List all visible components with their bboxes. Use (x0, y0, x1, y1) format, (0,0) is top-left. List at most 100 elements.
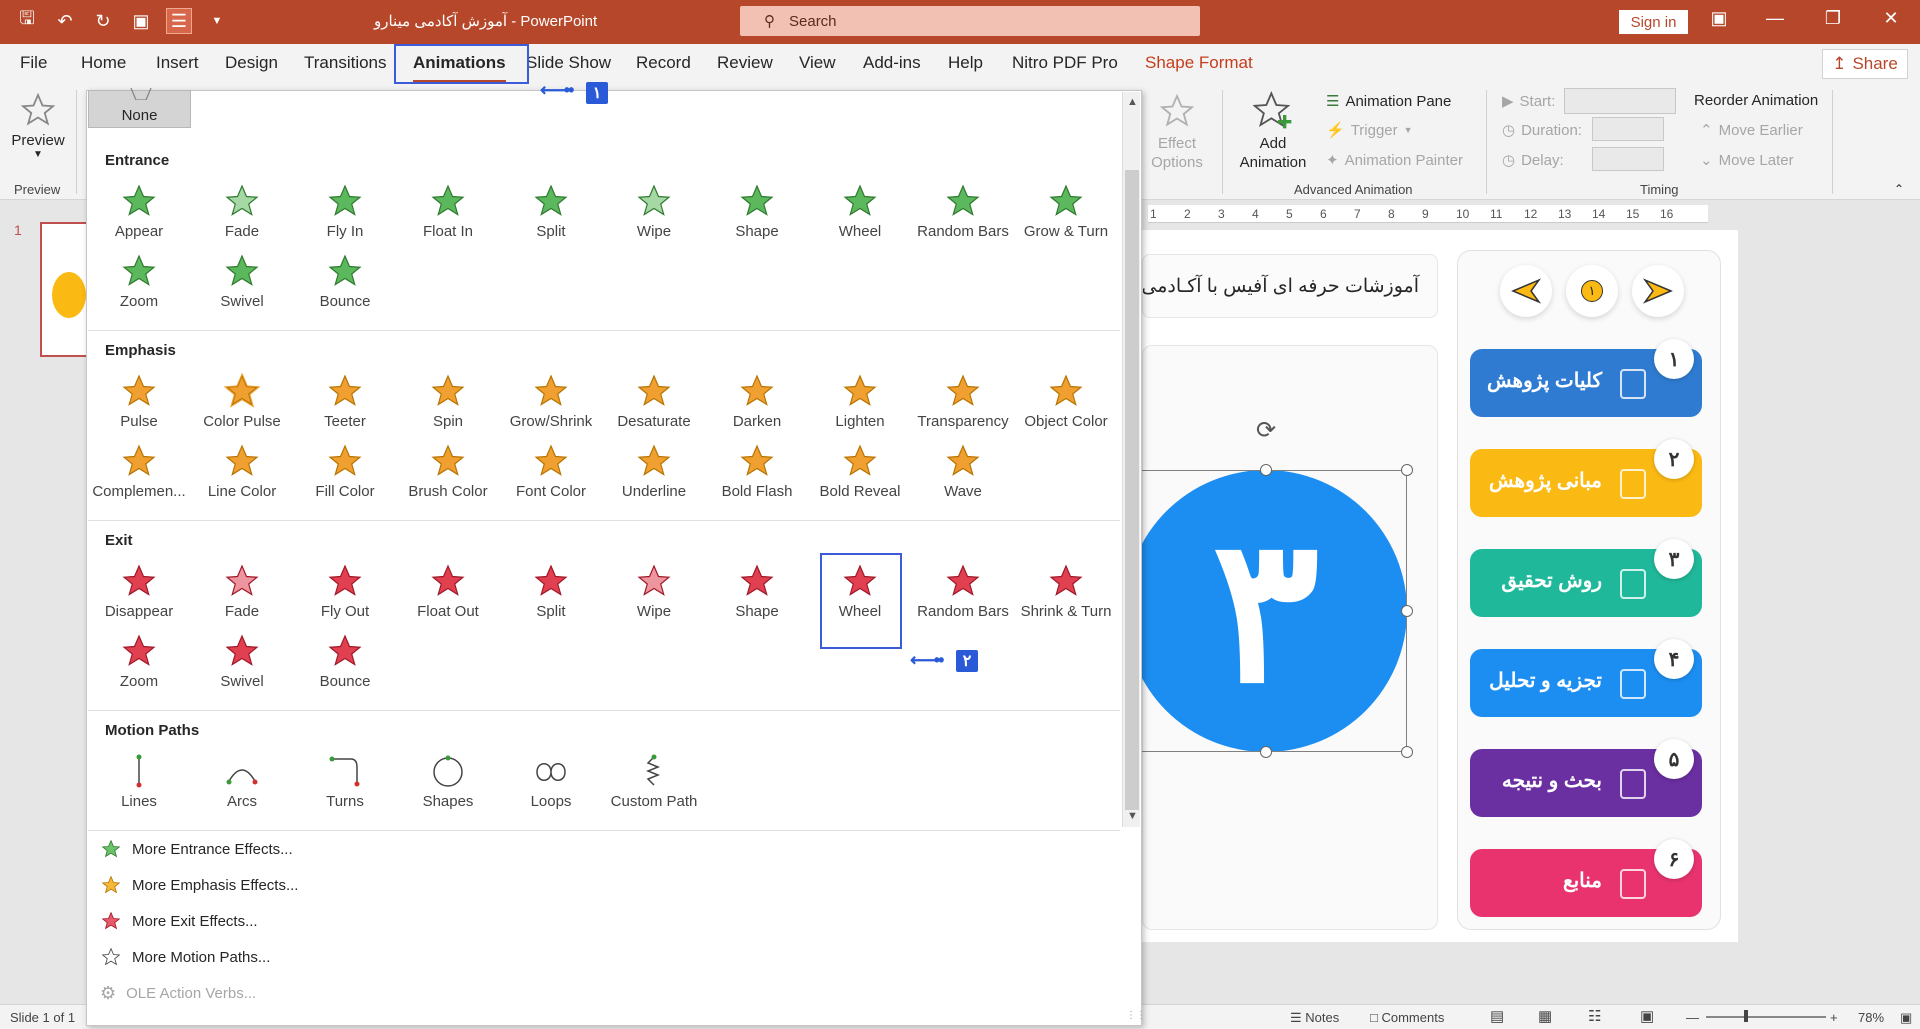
effect-emphasis-font-color[interactable]: Font Color (499, 443, 603, 509)
menu-card[interactable]: ۴ تجزیه و تحلیل (1470, 639, 1702, 717)
tab-home[interactable]: Home (81, 53, 126, 73)
gallery-scrollbar[interactable]: ▲ ▼ (1122, 92, 1140, 827)
tab-add-ins[interactable]: Add-ins (863, 53, 921, 73)
trigger-button[interactable]: ⚡ Trigger ▼ (1326, 121, 1413, 140)
effect-entrance-bounce[interactable]: Bounce (293, 253, 397, 319)
notes-button[interactable]: ☰ Notes (1290, 1010, 1339, 1026)
more-motion-paths[interactable]: More Motion Paths... (100, 947, 270, 967)
comments-button[interactable]: □ Comments (1370, 1010, 1444, 1025)
zoom-level[interactable]: 78% (1858, 1010, 1884, 1025)
save-icon[interactable]: 🖫 (14, 8, 40, 34)
menu-card[interactable]: ۳ روش تحقیق (1470, 539, 1702, 617)
effect-emphasis-lighten[interactable]: Lighten (808, 373, 912, 439)
effect-motion-arcs[interactable]: Arcs (190, 753, 294, 819)
undo-icon[interactable]: ↶ (52, 8, 78, 34)
preview-button[interactable]: Preview ▼ (10, 92, 66, 160)
effect-exit-shape[interactable]: Shape (705, 563, 809, 629)
delay-field[interactable] (1592, 147, 1664, 171)
effect-motion-lines[interactable]: Lines (87, 753, 191, 819)
tab-transitions[interactable]: Transitions (304, 53, 387, 73)
effect-exit-random-bars[interactable]: Random Bars (911, 563, 1015, 629)
resize-handle[interactable] (1260, 464, 1272, 476)
tab-shape-format[interactable]: Shape Format (1145, 53, 1253, 73)
menu-card[interactable]: ۵ بحث و نتیجه (1470, 739, 1702, 817)
collapse-ribbon-icon[interactable]: ⌃ (1894, 182, 1904, 196)
effect-emphasis-complemen[interactable]: Complemen... (87, 443, 191, 509)
tab-record[interactable]: Record (636, 53, 691, 73)
effect-entrance-random-bars[interactable]: Random Bars (911, 183, 1015, 249)
fit-slide-icon[interactable]: ▣ (1900, 1010, 1912, 1026)
effect-motion-loops[interactable]: Loops (499, 753, 603, 819)
customize-qat-icon[interactable]: ▼ (204, 8, 230, 34)
effect-entrance-shape[interactable]: Shape (705, 183, 809, 249)
restore-icon[interactable]: ❐ (1818, 8, 1848, 29)
resize-handle[interactable] (1401, 605, 1413, 617)
more-emphasis-effects[interactable]: More Emphasis Effects... (100, 875, 298, 895)
close-icon[interactable]: ✕ (1876, 8, 1906, 29)
effect-emphasis-fill-color[interactable]: Fill Color (293, 443, 397, 509)
effect-emphasis-bold-reveal[interactable]: Bold Reveal (808, 443, 912, 509)
effect-entrance-zoom[interactable]: Zoom (87, 253, 191, 319)
tab-view[interactable]: View (799, 53, 836, 73)
effect-emphasis-brush-color[interactable]: Brush Color (396, 443, 500, 509)
effect-exit-shrink-turn[interactable]: Shrink & Turn (1014, 563, 1118, 629)
menu-card[interactable]: ۶ منابع (1470, 839, 1702, 917)
effect-exit-disappear[interactable]: Disappear (87, 563, 191, 629)
effect-exit-bounce[interactable]: Bounce (293, 633, 397, 699)
effect-emphasis-object-color[interactable]: Object Color (1014, 373, 1118, 439)
tab-insert[interactable]: Insert (156, 53, 199, 73)
start-select[interactable] (1564, 88, 1676, 114)
menu-card[interactable]: ۱ کلیات پژوهش (1470, 339, 1702, 417)
effect-motion-turns[interactable]: Turns (293, 753, 397, 819)
effect-entrance-fade[interactable]: Fade (190, 183, 294, 249)
effect-entrance-wheel[interactable]: Wheel (808, 183, 912, 249)
effect-emphasis-teeter[interactable]: Teeter (293, 373, 397, 439)
normal-view-icon[interactable]: ▤ (1490, 1007, 1504, 1025)
present-icon[interactable]: ▣ (128, 8, 154, 34)
effect-entrance-appear[interactable]: Appear (87, 183, 191, 249)
effect-emphasis-spin[interactable]: Spin (396, 373, 500, 439)
effect-emphasis-desaturate[interactable]: Desaturate (602, 373, 706, 439)
resize-handle[interactable] (1260, 746, 1272, 758)
add-animation-button[interactable]: Add Animation (1232, 90, 1314, 172)
effect-emphasis-color-pulse[interactable]: Color Pulse (190, 373, 294, 439)
effect-exit-swivel[interactable]: Swivel (190, 633, 294, 699)
effect-emphasis-wave[interactable]: Wave (911, 443, 1015, 509)
effect-emphasis-line-color[interactable]: Line Color (190, 443, 294, 509)
ribbon-display-icon[interactable]: ▣ (1704, 8, 1734, 29)
effect-options-button[interactable]: Effect Options (1142, 92, 1212, 172)
effect-motion-shapes[interactable]: Shapes (396, 753, 500, 819)
search-input[interactable]: ⚲ Search (740, 6, 1200, 36)
effect-entrance-split[interactable]: Split (499, 183, 603, 249)
reading-view-icon[interactable]: ☷ (1588, 1007, 1601, 1025)
effect-emphasis-underline[interactable]: Underline (602, 443, 706, 509)
nav-prev-button[interactable] (1500, 265, 1552, 317)
tab-design[interactable]: Design (225, 53, 278, 73)
sign-in-button[interactable]: Sign in (1619, 10, 1688, 34)
more-entrance-effects[interactable]: More Entrance Effects... (100, 839, 293, 859)
effect-entrance-float-in[interactable]: Float In (396, 183, 500, 249)
animation-painter-button[interactable]: ✦ Animation Painter (1326, 151, 1463, 170)
resize-handle[interactable] (1401, 746, 1413, 758)
redo-icon[interactable]: ↻ (90, 8, 116, 34)
effect-exit-fade[interactable]: Fade (190, 563, 294, 629)
tab-file[interactable]: File (20, 53, 47, 73)
zoom-in-icon[interactable]: + (1830, 1010, 1838, 1025)
slideshow-view-icon[interactable]: ▣ (1640, 1007, 1654, 1025)
animation-pane-button[interactable]: ☰ Animation Pane (1326, 92, 1451, 111)
tab-review[interactable]: Review (717, 53, 773, 73)
effect-emphasis-darken[interactable]: Darken (705, 373, 809, 439)
effect-exit-wipe[interactable]: Wipe (602, 563, 706, 629)
slide-header-textbox[interactable]: آموزشات حرفه ای آفیس با آکـادمی (1142, 254, 1438, 318)
share-button[interactable]: ↥ Share (1822, 49, 1908, 79)
nav-next-button[interactable] (1632, 265, 1684, 317)
effect-emphasis-transparency[interactable]: Transparency (911, 373, 1015, 439)
resize-grip-icon[interactable]: ⋮⋮ (1126, 1010, 1146, 1021)
tab-nitro-pdf[interactable]: Nitro PDF Pro (1012, 53, 1118, 73)
tab-slide-show[interactable]: Slide Show (526, 53, 611, 73)
more-exit-effects[interactable]: More Exit Effects... (100, 911, 258, 931)
effect-exit-float-out[interactable]: Float Out (396, 563, 500, 629)
effect-emphasis-grow-shrink[interactable]: Grow/Shrink (499, 373, 603, 439)
zoom-slider[interactable] (1706, 1016, 1826, 1018)
minimize-icon[interactable]: — (1760, 8, 1790, 29)
